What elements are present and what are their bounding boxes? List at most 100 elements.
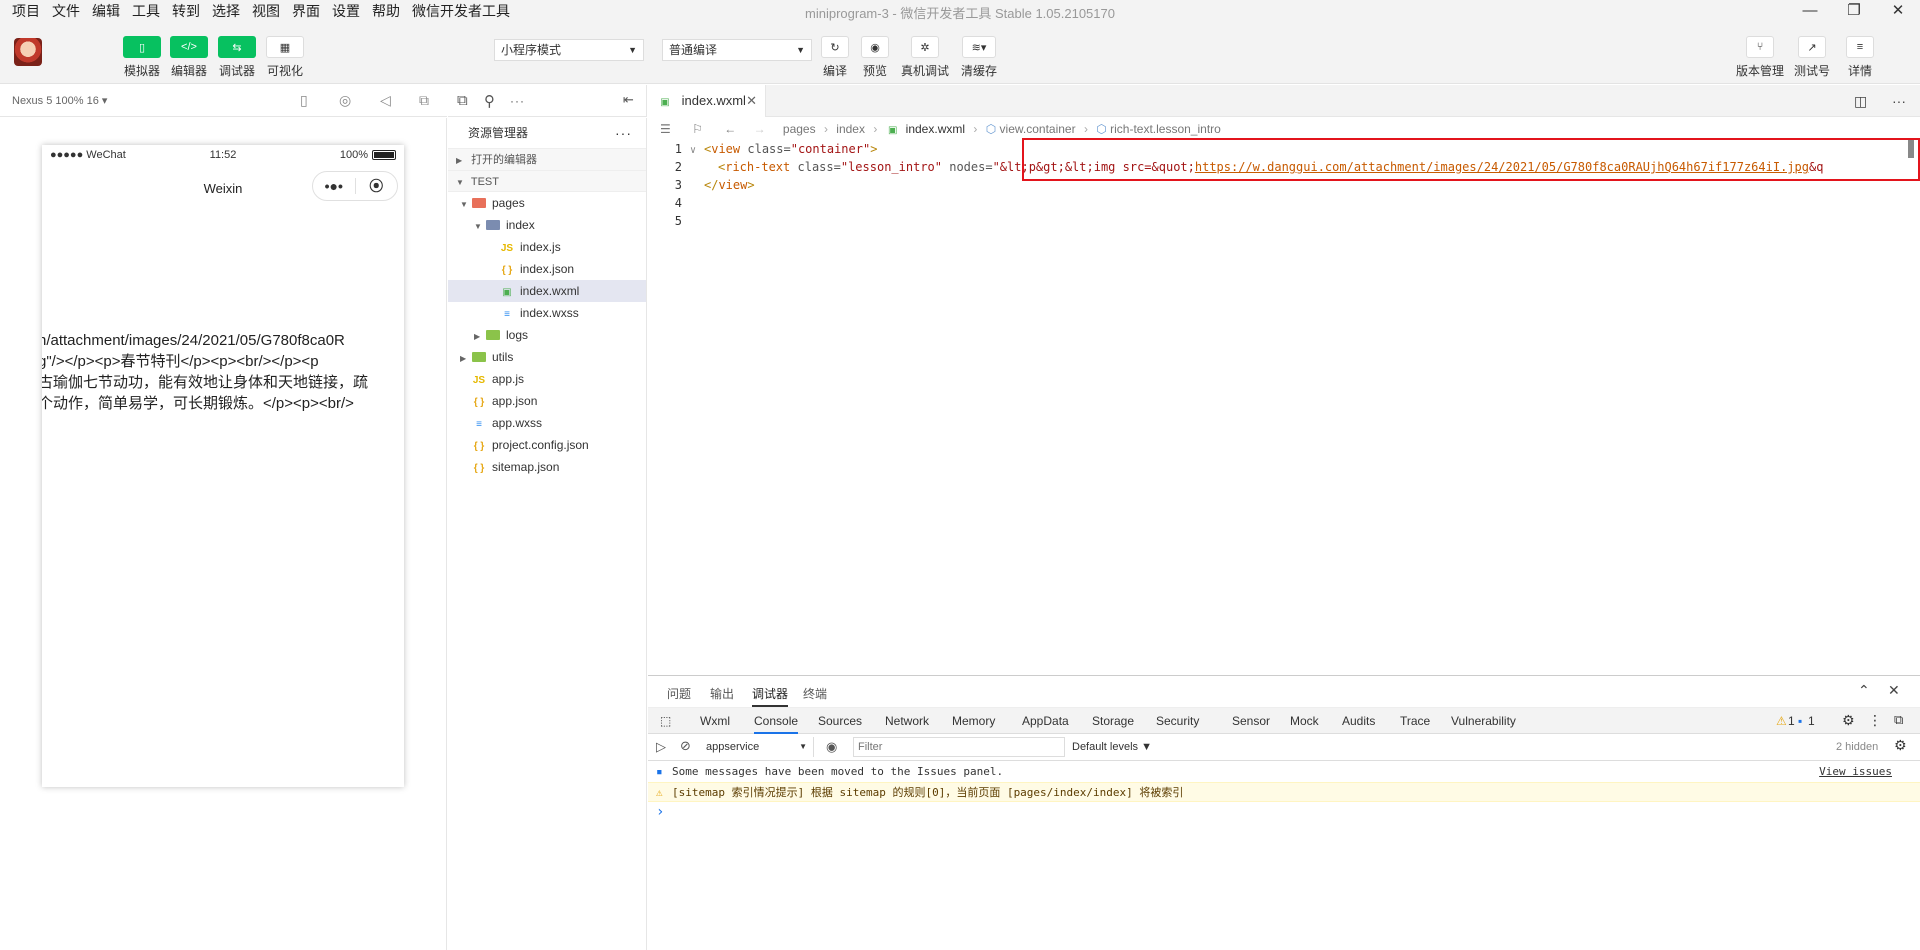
tree-item-utils[interactable]: ▶ utils (448, 346, 646, 368)
sidebar-toggle-icon[interactable]: ▷ (656, 739, 666, 755)
menu-item[interactable]: 工具 (126, 0, 166, 22)
files-icon[interactable]: ⧉ (457, 92, 468, 109)
close-icon[interactable]: ✕ (1876, 0, 1920, 22)
menu-item[interactable]: 编辑 (86, 0, 126, 22)
scrollbar-thumb[interactable] (1908, 140, 1914, 158)
tree-item-index-json[interactable]: { } index.json (448, 258, 646, 280)
clear-cache-button[interactable]: ≋▾ 清缓存 (953, 36, 1005, 79)
tree-item-index-js[interactable]: JS index.js (448, 236, 646, 258)
tree-item-index-wxml[interactable]: ▣ index.wxml (448, 280, 646, 302)
panel-tab[interactable]: AppData (1022, 714, 1069, 728)
clear-console-icon[interactable]: ⊘ (680, 738, 691, 754)
device-select[interactable]: Nexus 5 100% 16 ▾ (12, 94, 107, 107)
tree-item-index[interactable]: ▼ index (448, 214, 646, 236)
menu-item[interactable]: 选择 (206, 0, 246, 22)
dock-icon[interactable]: ⧉ (1894, 712, 1903, 728)
gear-icon[interactable]: ⚙ (1894, 737, 1907, 754)
capsule-menu[interactable]: •●• ⦿ (312, 171, 398, 201)
tab-output[interactable]: 输出 (710, 685, 734, 702)
code-editor[interactable]: 1 ∨ <view class="container"> 2 <rich-text c… (648, 140, 1920, 675)
close-target-icon[interactable]: ⦿ (356, 172, 398, 200)
code-url-link[interactable]: https://w.danggui.com/attachment/images/… (1195, 160, 1809, 174)
menu-item[interactable]: 视图 (246, 0, 286, 22)
tree-item-logs[interactable]: ▶ logs (448, 324, 646, 346)
breadcrumb-item[interactable]: pages (783, 122, 816, 136)
tab-debugger[interactable]: 调试器 (752, 685, 789, 707)
simulator-button[interactable]: ▯ 模拟器 (116, 36, 168, 79)
bookmark-icon[interactable]: ⚐ (692, 122, 703, 136)
tree-item-project-config-json[interactable]: { } project.config.json (448, 434, 646, 456)
chevron-up-icon[interactable]: ⌃ (1858, 682, 1870, 699)
tree-item-app-json[interactable]: { } app.json (448, 390, 646, 412)
more-icon[interactable]: ··· (615, 118, 632, 148)
panel-tab[interactable]: Sources (818, 714, 862, 728)
tree-item-app-wxss[interactable]: ≡ app.wxss (448, 412, 646, 434)
phone-icon[interactable]: ▯ (300, 92, 308, 109)
split-editor-icon[interactable]: ◫ (1854, 93, 1867, 110)
editor-button[interactable]: </> 编辑器 (163, 36, 215, 79)
menu-item[interactable]: 界面 (286, 0, 326, 22)
panel-tab[interactable]: Trace (1400, 714, 1430, 728)
close-icon[interactable]: ✕ (746, 85, 757, 117)
outline-icon[interactable]: ☰ (660, 122, 671, 136)
minimize-icon[interactable]: — (1788, 0, 1832, 22)
tree-item-sitemap-json[interactable]: { } sitemap.json (448, 456, 646, 478)
inspect-icon[interactable]: ⬚ (660, 714, 671, 728)
tab-index-wxml[interactable]: ▣ index.wxml ✕ (648, 85, 766, 117)
visual-button[interactable]: ▦ 可视化 (259, 36, 311, 79)
forward-icon[interactable]: → (754, 122, 766, 136)
test-account-button[interactable]: ↗ 测试号 (1786, 36, 1838, 79)
avatar[interactable] (14, 38, 42, 66)
remote-debug-button[interactable]: ✲ 真机调试 (899, 36, 951, 79)
menu-item[interactable]: 文件 (46, 0, 86, 22)
chevron-down-icon[interactable]: ▼ (460, 194, 472, 216)
console-filter-input[interactable] (853, 737, 1065, 757)
open-editors-section[interactable]: ▶ 打开的编辑器 (448, 148, 646, 170)
menu-item[interactable]: 微信开发者工具 (406, 0, 516, 22)
breadcrumb-item[interactable]: rich-text.lesson_intro (1110, 122, 1221, 136)
chevron-right-icon[interactable]: ▶ (460, 348, 472, 370)
more-icon[interactable]: ··· (1892, 93, 1906, 109)
volume-icon[interactable]: ◁ (380, 92, 391, 109)
breadcrumb-item[interactable]: index.wxml (906, 122, 965, 136)
breadcrumb-item[interactable]: view.container (1000, 122, 1076, 136)
tab-terminal[interactable]: 终端 (803, 685, 827, 702)
search-icon[interactable]: ⚲ (484, 92, 495, 110)
popout-icon[interactable]: ⧉ (419, 92, 429, 109)
panel-tab[interactable]: Security (1156, 714, 1199, 728)
chevron-right-icon[interactable]: ▶ (474, 326, 486, 348)
collapse-icon[interactable]: ⇤ (623, 92, 634, 108)
breadcrumb-item[interactable]: index (836, 122, 865, 136)
details-button[interactable]: ≡ 详情 (1834, 36, 1886, 79)
preview-button[interactable]: ◉ 预览 (849, 36, 901, 79)
panel-tab[interactable]: Audits (1342, 714, 1375, 728)
tree-item-pages[interactable]: ▼ pages (448, 192, 646, 214)
chevron-down-icon[interactable]: ▼ (474, 216, 486, 238)
gear-icon[interactable]: ⚙ (1842, 712, 1855, 729)
more-dots-icon[interactable]: •●• (313, 172, 355, 200)
mode-select[interactable]: 小程序模式 ▼ (494, 39, 644, 61)
panel-tab[interactable]: Storage (1092, 714, 1134, 728)
panel-tab[interactable]: Mock (1290, 714, 1319, 728)
panel-tab[interactable]: Wxml (700, 714, 730, 728)
close-icon[interactable]: ✕ (1888, 682, 1900, 699)
menu-item[interactable]: 设置 (326, 0, 366, 22)
menu-item[interactable]: 帮助 (366, 0, 406, 22)
kebab-icon[interactable]: ⋮ (1868, 712, 1882, 729)
project-section[interactable]: ▼ TEST (448, 170, 646, 192)
panel-tab[interactable]: Memory (952, 714, 995, 728)
view-issues-link[interactable]: View issues (1819, 762, 1892, 782)
panel-tab[interactable]: Vulnerability (1451, 714, 1516, 728)
menu-item[interactable]: 转到 (166, 0, 206, 22)
eye-icon[interactable]: ◉ (826, 739, 837, 755)
compile-select[interactable]: 普通编译 ▼ (662, 39, 812, 61)
message-count[interactable]: 1 (1808, 714, 1815, 728)
tree-item-app-js[interactable]: JS app.js (448, 368, 646, 390)
panel-tab[interactable]: Network (885, 714, 929, 728)
debugger-button[interactable]: ⇆ 调试器 (211, 36, 263, 79)
tab-issues[interactable]: 问题 (667, 685, 691, 702)
levels-select[interactable]: Default levels ▼ (1072, 741, 1152, 753)
context-select[interactable]: appservice ▼ (702, 737, 814, 757)
restore-icon[interactable]: ❐ (1832, 0, 1876, 22)
record-icon[interactable]: ◎ (339, 92, 351, 109)
